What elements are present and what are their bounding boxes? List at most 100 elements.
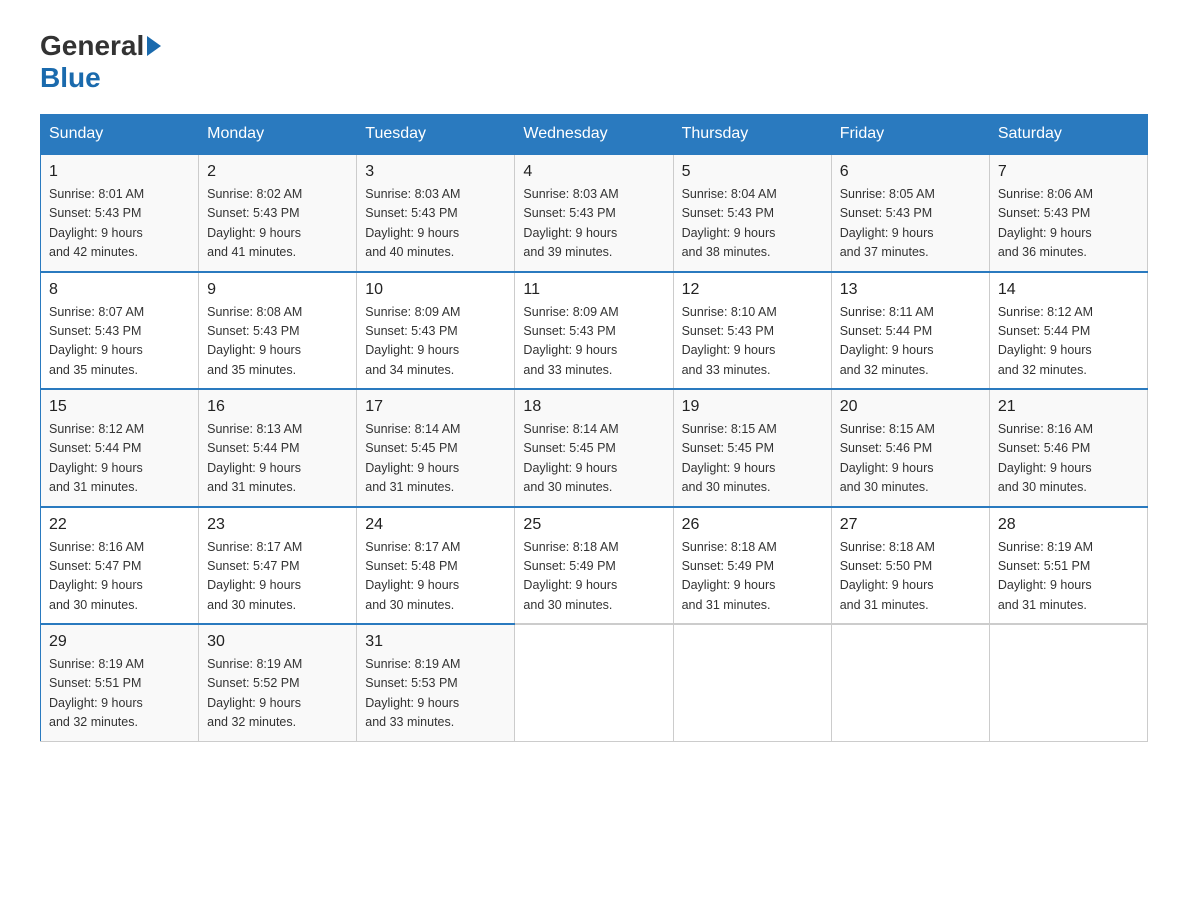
calendar-cell: 15Sunrise: 8:12 AMSunset: 5:44 PMDayligh… [41,389,199,507]
day-number: 21 [998,398,1139,416]
day-number: 14 [998,281,1139,299]
day-number: 24 [365,516,506,534]
calendar-cell: 22 Sunrise: 8:16 AMSunset: 5:47 PMDayligh… [41,507,199,625]
calendar-cell: 29 Sunrise: 8:19 AMSunset: 5:51 PMDayligh… [41,624,199,741]
day-header-wednesday: Wednesday [515,115,673,155]
day-info: Sunrise: 8:10 AMSunset: 5:43 PMDaylight:… [682,303,823,381]
day-number: 30 [207,633,348,651]
calendar-body: 1 Sunrise: 8:01 AMSunset: 5:43 PMDaylight… [41,154,1148,741]
day-header-tuesday: Tuesday [357,115,515,155]
day-number: 27 [840,516,981,534]
logo-general-text: General [40,30,144,62]
calendar-cell: 16 Sunrise: 8:13 AMSunset: 5:44 PMDayligh… [199,389,357,507]
day-number: 2 [207,163,348,181]
day-info: Sunrise: 8:08 AMSunset: 5:43 PMDaylight:… [207,303,348,381]
day-info: Sunrise: 8:14 AMSunset: 5:45 PMDaylight:… [523,420,664,498]
day-info: Sunrise: 8:18 AMSunset: 5:49 PMDaylight:… [523,538,664,616]
calendar-cell: 10 Sunrise: 8:09 AMSunset: 5:43 PMDayligh… [357,272,515,390]
page-header: General Blue [40,30,1148,94]
day-info: Sunrise: 8:16 AMSunset: 5:47 PMDaylight:… [49,538,190,616]
day-info: Sunrise: 8:19 AMSunset: 5:51 PMDaylight:… [998,538,1139,616]
day-number: 20 [840,398,981,416]
day-header-sunday: Sunday [41,115,199,155]
day-info: Sunrise: 8:12 AMSunset: 5:44 PMDaylight:… [998,303,1139,381]
day-info: Sunrise: 8:05 AMSunset: 5:43 PMDaylight:… [840,185,981,263]
logo-arrow-icon [147,36,161,56]
calendar-header-row: SundayMondayTuesdayWednesdayThursdayFrid… [41,115,1148,155]
day-number: 17 [365,398,506,416]
day-info: Sunrise: 8:14 AMSunset: 5:45 PMDaylight:… [365,420,506,498]
day-info: Sunrise: 8:03 AMSunset: 5:43 PMDaylight:… [365,185,506,263]
calendar-cell: 18Sunrise: 8:14 AMSunset: 5:45 PMDayligh… [515,389,673,507]
day-number: 9 [207,281,348,299]
day-info: Sunrise: 8:17 AMSunset: 5:48 PMDaylight:… [365,538,506,616]
calendar-cell: 25 Sunrise: 8:18 AMSunset: 5:49 PMDayligh… [515,507,673,625]
calendar-cell: 2 Sunrise: 8:02 AMSunset: 5:43 PMDaylight… [199,154,357,272]
day-info: Sunrise: 8:19 AMSunset: 5:53 PMDaylight:… [365,655,506,733]
calendar-cell: 21 Sunrise: 8:16 AMSunset: 5:46 PMDayligh… [989,389,1147,507]
calendar-cell: 14 Sunrise: 8:12 AMSunset: 5:44 PMDayligh… [989,272,1147,390]
day-number: 23 [207,516,348,534]
calendar-cell: 24 Sunrise: 8:17 AMSunset: 5:48 PMDayligh… [357,507,515,625]
calendar-cell: 27 Sunrise: 8:18 AMSunset: 5:50 PMDayligh… [831,507,989,625]
day-info: Sunrise: 8:06 AMSunset: 5:43 PMDaylight:… [998,185,1139,263]
logo-blue-text: Blue [40,62,101,93]
calendar-cell [989,624,1147,741]
calendar-week-1: 1 Sunrise: 8:01 AMSunset: 5:43 PMDaylight… [41,154,1148,272]
day-info: Sunrise: 8:04 AMSunset: 5:43 PMDaylight:… [682,185,823,263]
calendar-week-5: 29 Sunrise: 8:19 AMSunset: 5:51 PMDayligh… [41,624,1148,741]
day-number: 4 [523,163,664,181]
day-number: 11 [523,281,664,299]
day-number: 22 [49,516,190,534]
calendar-cell: 19 Sunrise: 8:15 AMSunset: 5:45 PMDayligh… [673,389,831,507]
calendar-cell [515,624,673,741]
day-number: 26 [682,516,823,534]
calendar-cell: 4 Sunrise: 8:03 AMSunset: 5:43 PMDaylight… [515,154,673,272]
calendar-cell: 28 Sunrise: 8:19 AMSunset: 5:51 PMDayligh… [989,507,1147,625]
day-header-friday: Friday [831,115,989,155]
day-info: Sunrise: 8:09 AMSunset: 5:43 PMDaylight:… [365,303,506,381]
calendar-cell [673,624,831,741]
day-info: Sunrise: 8:01 AMSunset: 5:43 PMDaylight:… [49,185,190,263]
calendar-week-2: 8Sunrise: 8:07 AMSunset: 5:43 PMDaylight… [41,272,1148,390]
day-number: 3 [365,163,506,181]
day-number: 29 [49,633,190,651]
day-number: 25 [523,516,664,534]
day-number: 1 [49,163,190,181]
day-info: Sunrise: 8:17 AMSunset: 5:47 PMDaylight:… [207,538,348,616]
logo: General Blue [40,30,163,94]
day-info: Sunrise: 8:03 AMSunset: 5:43 PMDaylight:… [523,185,664,263]
calendar-cell: 20 Sunrise: 8:15 AMSunset: 5:46 PMDayligh… [831,389,989,507]
day-info: Sunrise: 8:07 AMSunset: 5:43 PMDaylight:… [49,303,190,381]
calendar-cell: 31 Sunrise: 8:19 AMSunset: 5:53 PMDayligh… [357,624,515,741]
day-info: Sunrise: 8:15 AMSunset: 5:46 PMDaylight:… [840,420,981,498]
calendar-cell: 30Sunrise: 8:19 AMSunset: 5:52 PMDayligh… [199,624,357,741]
calendar-cell: 11 Sunrise: 8:09 AMSunset: 5:43 PMDayligh… [515,272,673,390]
day-number: 7 [998,163,1139,181]
day-number: 15 [49,398,190,416]
day-info: Sunrise: 8:15 AMSunset: 5:45 PMDaylight:… [682,420,823,498]
calendar-cell: 12Sunrise: 8:10 AMSunset: 5:43 PMDayligh… [673,272,831,390]
day-number: 31 [365,633,506,651]
calendar-cell: 6Sunrise: 8:05 AMSunset: 5:43 PMDaylight… [831,154,989,272]
day-number: 10 [365,281,506,299]
day-info: Sunrise: 8:19 AMSunset: 5:51 PMDaylight:… [49,655,190,733]
calendar-cell [831,624,989,741]
day-info: Sunrise: 8:09 AMSunset: 5:43 PMDaylight:… [523,303,664,381]
calendar-cell: 9 Sunrise: 8:08 AMSunset: 5:43 PMDaylight… [199,272,357,390]
calendar-cell: 26Sunrise: 8:18 AMSunset: 5:49 PMDayligh… [673,507,831,625]
calendar-week-3: 15Sunrise: 8:12 AMSunset: 5:44 PMDayligh… [41,389,1148,507]
calendar-week-4: 22 Sunrise: 8:16 AMSunset: 5:47 PMDayligh… [41,507,1148,625]
calendar-cell: 13Sunrise: 8:11 AMSunset: 5:44 PMDayligh… [831,272,989,390]
calendar-table: SundayMondayTuesdayWednesdayThursdayFrid… [40,114,1148,742]
day-number: 16 [207,398,348,416]
day-info: Sunrise: 8:13 AMSunset: 5:44 PMDaylight:… [207,420,348,498]
day-header-thursday: Thursday [673,115,831,155]
calendar-cell: 3 Sunrise: 8:03 AMSunset: 5:43 PMDaylight… [357,154,515,272]
calendar-cell: 8Sunrise: 8:07 AMSunset: 5:43 PMDaylight… [41,272,199,390]
day-info: Sunrise: 8:16 AMSunset: 5:46 PMDaylight:… [998,420,1139,498]
day-info: Sunrise: 8:02 AMSunset: 5:43 PMDaylight:… [207,185,348,263]
day-number: 28 [998,516,1139,534]
day-number: 19 [682,398,823,416]
day-info: Sunrise: 8:18 AMSunset: 5:50 PMDaylight:… [840,538,981,616]
